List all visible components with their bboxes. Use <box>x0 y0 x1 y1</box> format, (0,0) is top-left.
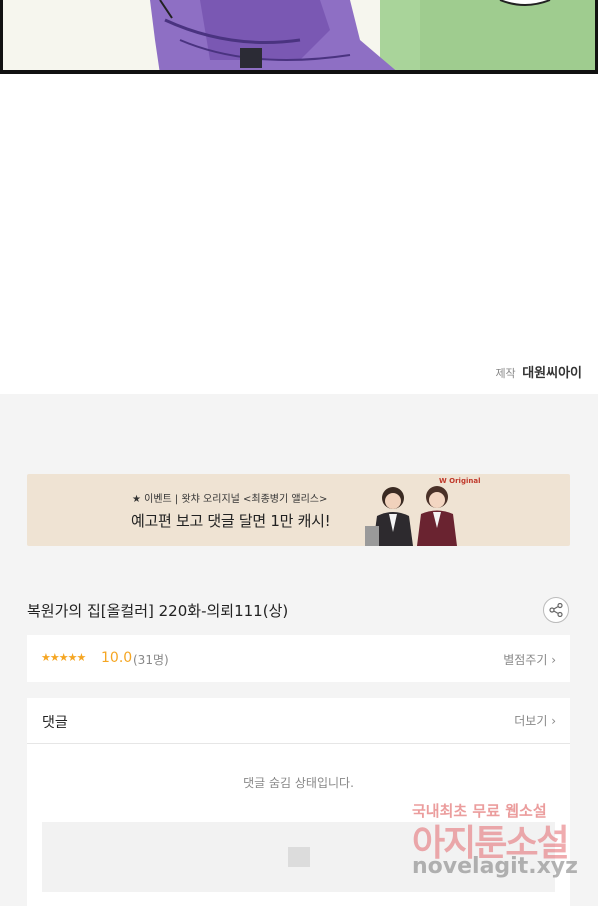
comment-more-link[interactable]: 더보기 › <box>514 712 556 729</box>
banner-event-label: ★ 이벤트 | 왓챠 오리지널 <최종병기 앨리스> <box>132 494 328 505</box>
share-button[interactable] <box>543 597 569 623</box>
event-banner[interactable]: ★ 이벤트 | 왓챠 오리지널 <최종병기 앨리스> 예고편 보고 댓글 달면 … <box>27 474 570 546</box>
share-icon <box>549 603 563 617</box>
comment-header: 댓글 더보기 › <box>27 698 570 744</box>
comment-placeholder-icon <box>288 847 310 867</box>
rate-button[interactable]: 별점주기 › <box>503 651 556 668</box>
credit-studio: 대원씨아이 <box>522 366 582 381</box>
credit-label: 제작 <box>495 367 516 380</box>
banner-headline: 예고편 보고 댓글 달면 1만 캐시! <box>131 512 331 530</box>
episode-title: 복원가의 집[올컬러] 220화-의뢰111(상) <box>27 602 289 620</box>
rating-count: (31명) <box>133 653 169 667</box>
watermark-url: novelagit.xyz <box>412 854 578 879</box>
comment-hidden-message: 댓글 숨김 상태입니다. <box>243 776 354 790</box>
watermark: 국내최초 무료 웹소설 아지툰소설 novelagit.xyz <box>412 800 592 890</box>
rating-panel: ★★★★★ 10.0 (31명) 별점주기 › <box>27 635 570 682</box>
rating-stars: ★★★★★ <box>41 651 86 664</box>
comic-panel-image <box>0 0 598 74</box>
comment-title: 댓글 <box>42 715 68 731</box>
production-credit: 제작 대원씨아이 <box>495 362 582 381</box>
comic-end-area: 제작 대원씨아이 <box>0 74 598 394</box>
banner-characters-image <box>365 486 457 546</box>
rating-score: 10.0 <box>101 650 133 666</box>
